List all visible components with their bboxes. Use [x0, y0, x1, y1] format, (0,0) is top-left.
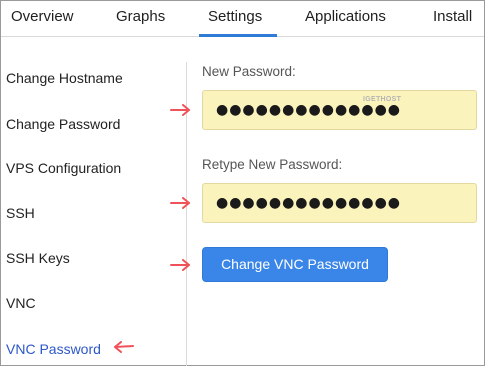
- tab-install[interactable]: Install: [433, 8, 472, 25]
- retype-password-label: Retype New Password:: [202, 157, 343, 172]
- watermark-logo: IGETHOST: [363, 96, 402, 103]
- sidebar-item-vnc[interactable]: VNC: [6, 295, 36, 311]
- sidebar-item-change-password[interactable]: Change Password: [6, 116, 120, 132]
- sidebar-item-ssh[interactable]: SSH: [6, 205, 35, 221]
- sidebar-item-change-hostname[interactable]: Change Hostname: [6, 70, 123, 86]
- sidebar-item-vps-configuration[interactable]: VPS Configuration: [6, 160, 121, 176]
- red-arrow-icon: [170, 197, 190, 209]
- tab-settings[interactable]: Settings: [208, 8, 262, 25]
- red-arrow-icon: [114, 341, 134, 353]
- red-arrow-icon: [170, 259, 190, 271]
- new-password-label: New Password:: [202, 64, 296, 79]
- tab-applications[interactable]: Applications: [305, 8, 386, 25]
- sidebar-item-ssh-keys[interactable]: SSH Keys: [6, 250, 70, 266]
- tab-graphs[interactable]: Graphs: [116, 8, 165, 25]
- tab-overview[interactable]: Overview: [11, 8, 74, 25]
- tab-bar: Overview Graphs Settings Applications In…: [1, 1, 484, 37]
- red-arrow-icon: [170, 104, 190, 116]
- sidebar-item-vnc-password[interactable]: VNC Password: [6, 341, 101, 357]
- change-vnc-password-button[interactable]: Change VNC Password: [202, 247, 388, 282]
- retype-password-input[interactable]: ●●●●●●●●●●●●●●: [202, 183, 477, 223]
- active-tab-indicator: [199, 34, 277, 37]
- new-password-input[interactable]: ●●●●●●●●●●●●●●: [202, 90, 477, 130]
